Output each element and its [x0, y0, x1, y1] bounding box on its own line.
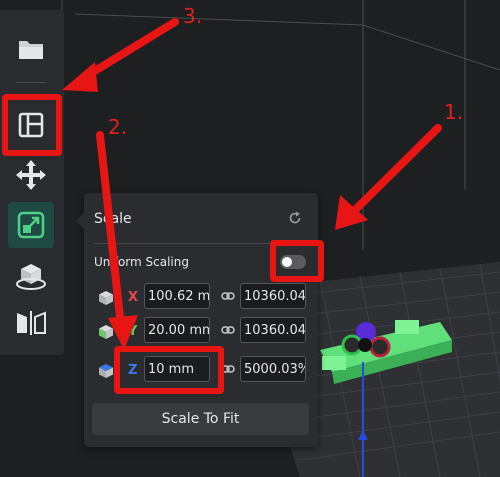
panel-title: Scale [94, 211, 132, 227]
move-button[interactable] [8, 152, 54, 198]
step-3-label: 3. [183, 4, 203, 28]
cube-z-icon [99, 364, 113, 378]
axis-x-label: X [128, 290, 139, 305]
scale-panel: Scale Uniform Scaling X 100.62 mm 10360.… [76, 193, 318, 447]
scale-row-y: Y 20.00 mm 10360.04% [84, 317, 318, 347]
cube-x-icon [99, 291, 113, 305]
size-x-input[interactable]: 100.62 mm [144, 283, 210, 309]
panel-pointer [76, 213, 84, 229]
mirror-button[interactable] [8, 300, 54, 346]
percent-y-input[interactable]: 10360.04% [240, 317, 306, 343]
move-icon [16, 160, 46, 190]
scale-to-fit-button[interactable]: Scale To Fit [92, 403, 309, 435]
reset-icon[interactable] [288, 211, 302, 225]
step-2-label: 2. [108, 115, 128, 139]
cube-y-icon [99, 325, 113, 339]
highlight-arrange-button [2, 94, 62, 156]
scale-tool-button[interactable] [8, 202, 54, 248]
open-file-button[interactable] [8, 26, 54, 72]
uniform-scaling-label: Uniform Scaling [94, 255, 189, 269]
percent-z-input[interactable]: 5000.03% [240, 356, 306, 382]
size-y-input[interactable]: 20.00 mm [144, 317, 210, 343]
rotate-icon [16, 264, 46, 290]
folder-icon [19, 41, 43, 59]
left-toolbar [0, 10, 64, 355]
axis-y-label: Y [128, 324, 138, 339]
scale-row-x: X 100.62 mm 10360.04% [84, 283, 318, 313]
highlight-uniform-toggle [270, 240, 324, 282]
mirror-icon [17, 311, 46, 335]
toolbar-divider [16, 82, 46, 83]
link-icon[interactable] [221, 323, 235, 337]
percent-x-input[interactable]: 10360.04% [240, 283, 306, 309]
rotate-button[interactable] [8, 254, 54, 300]
highlight-z-field [114, 346, 224, 394]
step-1-label: 1. [444, 100, 464, 124]
scale-icon [17, 211, 45, 239]
link-icon[interactable] [221, 289, 235, 303]
